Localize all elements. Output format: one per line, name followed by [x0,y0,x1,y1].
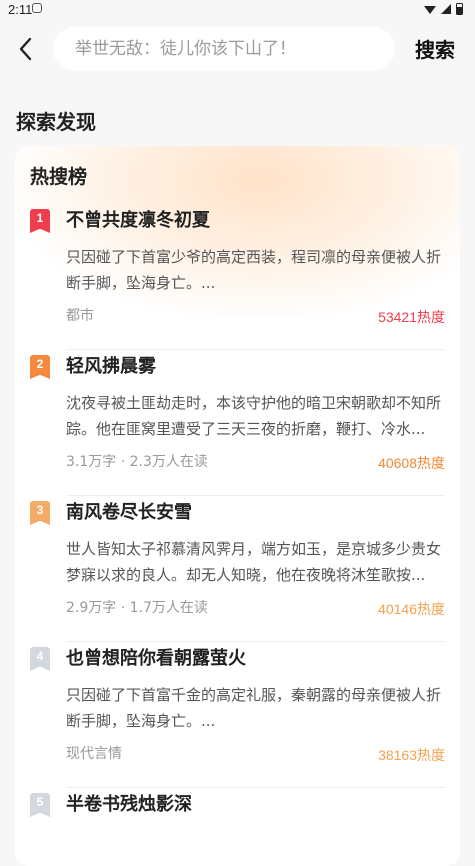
book-title[interactable]: 半卷书残烛影深 [66,790,192,816]
back-button[interactable] [12,34,40,64]
heat-value: 53421热度 [378,309,445,325]
notification-icon [32,3,42,13]
book-title[interactable]: 南风卷尽长安雪 [66,498,192,524]
search-header: 举世无敌：徒儿你该下山了！ 搜索 [0,24,475,76]
status-bar: 2:11 [0,0,475,20]
signal-icon [441,4,451,14]
heat-value: 38163热度 [378,747,445,763]
book-description: 只因碰了下首富千金的高定礼服，秦朝露的母亲便被人折断手脚，坠海身亡。... [66,686,442,730]
rank-badge: 5 [30,793,50,813]
divider [66,495,445,496]
divider [66,787,445,788]
status-time: 2:11 [8,2,33,17]
rank-badge: 4 [30,647,50,667]
heat-value: 40608热度 [378,455,445,471]
divider [66,641,445,642]
section-title: 探索发现 [16,110,96,134]
back-arrow-icon [19,37,32,61]
book-description: 沈夜寻被土匪劫走时，本该守护他的暗卫宋朝歌却不知所踪。他在匪窝里遭受了三天三夜的… [66,394,442,438]
book-description: 世人皆知太子祁慕清风霁月，端方如玉，是京城多少贵女梦寐以求的良人。却无人知晓，他… [66,540,442,584]
wifi-icon [424,6,436,14]
book-description: 只因碰了下首富少爷的高定西装，程司凛的母亲便被人折断手脚，坠海身亡。... [66,248,442,292]
search-button[interactable]: 搜索 [415,34,455,63]
book-category: 现代言情 [66,746,122,762]
book-stats: 2.9万字 · 1.7万人在读 [66,600,208,616]
book-title[interactable]: 不曾共度凛冬初夏 [66,206,210,232]
search-input[interactable]: 举世无敌：徒儿你该下山了！ [53,27,395,71]
hot-list-title: 热搜榜 [30,166,88,188]
battery-icon [456,3,463,15]
book-title[interactable]: 轻风拂晨雾 [66,352,156,378]
book-stats: 3.1万字 · 2.3万人在读 [66,454,208,470]
book-title[interactable]: 也曾想陪你看朝露萤火 [66,644,246,670]
rank-badge: 1 [30,209,50,229]
divider [66,349,445,350]
book-category: 都市 [66,308,94,324]
rank-badge: 3 [30,501,50,521]
rank-badge: 2 [30,355,50,375]
status-icons [424,3,463,15]
hot-list-card: 热搜榜 1 不曾共度凛冬初夏 只因碰了下首富少爷的高定西装，程司凛的母亲便被人折… [15,146,460,866]
heat-value: 40146热度 [378,601,445,617]
